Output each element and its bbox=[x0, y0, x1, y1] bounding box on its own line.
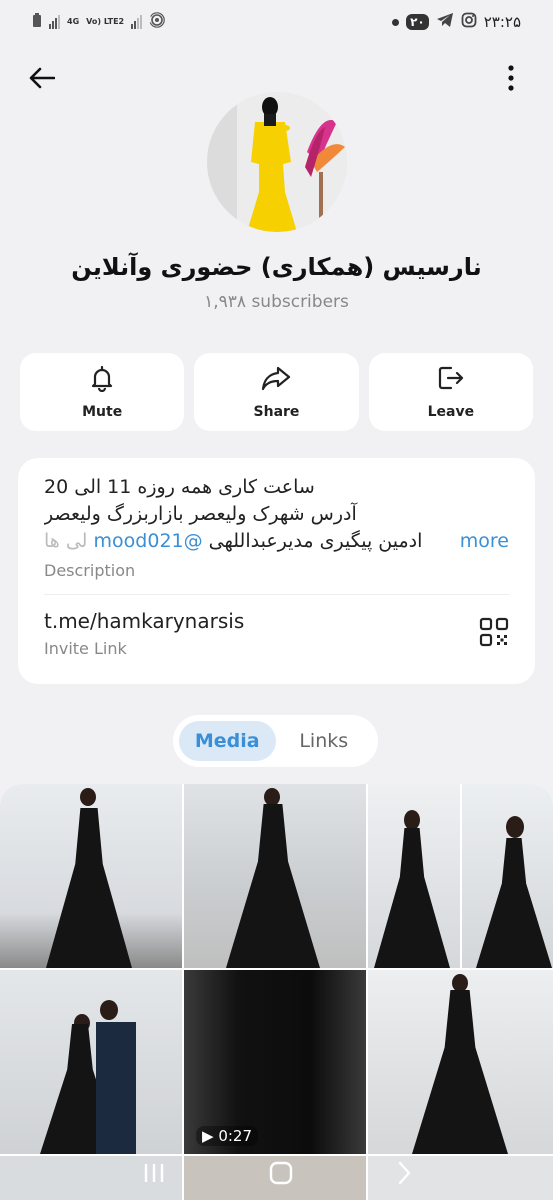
action-buttons: Mute Share Leave bbox=[20, 353, 533, 431]
notification-dot-icon bbox=[392, 18, 400, 26]
signal-icon bbox=[49, 15, 60, 29]
leave-button[interactable]: Leave bbox=[368, 353, 533, 431]
divider bbox=[44, 594, 509, 595]
mention-link[interactable]: @mood021 bbox=[94, 530, 203, 552]
description-line-3-text: ادمین پیگیری مدیرعبداللهی @mood021 لی ها bbox=[44, 528, 422, 555]
description-line-2: آدرس شهرک ولیعصر بازاربزرگ ولیعصر bbox=[44, 503, 357, 525]
instagram-icon bbox=[461, 12, 477, 32]
mute-label: Mute bbox=[82, 404, 123, 420]
home-icon[interactable] bbox=[269, 1161, 293, 1189]
status-bar-right: ۲۰ ۲۳:۲۵ bbox=[392, 12, 521, 32]
status-bar-left: 4G Vo) LTE2 bbox=[32, 12, 165, 32]
media-grid: ▶ 0:27 bbox=[0, 784, 553, 1200]
description-line-1: ساعت کاری همه روزه 11 الی 20 bbox=[44, 476, 315, 498]
tab-links[interactable]: Links bbox=[276, 721, 373, 761]
channel-title: نارسیس (همکاری) حضوری وآنلاین bbox=[71, 253, 482, 281]
share-button[interactable]: Share bbox=[194, 353, 359, 431]
arrow-left-icon bbox=[29, 67, 56, 93]
network-type-label: 4G bbox=[67, 17, 80, 26]
battery-icon bbox=[32, 12, 42, 32]
video-duration: ▶ 0:27 bbox=[196, 1126, 258, 1146]
lte-label: Vo) LTE2 bbox=[86, 17, 125, 26]
signal-2-icon bbox=[131, 15, 143, 29]
tab-media[interactable]: Media bbox=[179, 721, 276, 761]
qr-code-icon[interactable] bbox=[479, 617, 509, 651]
share-icon bbox=[261, 364, 291, 396]
media-tabs: Media Links bbox=[173, 715, 378, 767]
channel-avatar[interactable] bbox=[207, 92, 347, 232]
more-options-button[interactable] bbox=[493, 62, 529, 98]
description-text: ادمین پیگیری مدیرعبداللهی bbox=[208, 530, 423, 552]
leave-label: Leave bbox=[427, 404, 475, 420]
subscriber-count: ۱,۹۳۸ subscribers bbox=[204, 292, 349, 312]
media-item[interactable] bbox=[462, 784, 553, 968]
bell-icon bbox=[88, 364, 116, 396]
description-truncated: لی ها bbox=[44, 530, 88, 552]
hotspot-icon bbox=[149, 12, 165, 32]
media-item[interactable] bbox=[368, 784, 460, 968]
channel-info-card: ساعت کاری همه روزه 11 الی 20 آدرس شهرک و… bbox=[18, 458, 535, 684]
back-button[interactable] bbox=[24, 62, 60, 98]
mute-button[interactable]: Mute bbox=[20, 353, 185, 431]
media-item[interactable] bbox=[368, 970, 553, 1154]
avatar-image bbox=[207, 92, 347, 232]
media-item[interactable] bbox=[0, 970, 182, 1154]
system-nav-bar bbox=[0, 1150, 553, 1200]
clock: ۲۳:۲۵ bbox=[483, 13, 521, 31]
media-item[interactable] bbox=[184, 784, 366, 968]
more-vert-icon bbox=[507, 65, 515, 95]
channel-description[interactable]: ساعت کاری همه روزه 11 الی 20 آدرس شهرک و… bbox=[44, 474, 509, 555]
invite-link-row[interactable]: t.me/hamkarynarsis Invite Link bbox=[44, 609, 509, 658]
more-link[interactable]: more bbox=[460, 528, 509, 555]
media-video[interactable]: ▶ 0:27 bbox=[184, 970, 366, 1154]
share-label: Share bbox=[253, 404, 300, 420]
description-line-3: ادمین پیگیری مدیرعبداللهی @mood021 لی ها… bbox=[44, 528, 509, 555]
notification-badge: ۲۰ bbox=[406, 14, 429, 30]
description-label: Description bbox=[44, 561, 136, 580]
invite-link[interactable]: t.me/hamkarynarsis bbox=[44, 609, 244, 633]
recent-apps-icon[interactable] bbox=[142, 1162, 166, 1188]
leave-icon bbox=[436, 364, 466, 396]
invite-link-label: Invite Link bbox=[44, 639, 127, 658]
media-item[interactable] bbox=[0, 784, 182, 968]
telegram-icon bbox=[436, 12, 454, 32]
status-bar: 4G Vo) LTE2 ۲۰ ۲۳:۲۵ bbox=[0, 0, 553, 44]
back-nav-icon[interactable] bbox=[396, 1161, 412, 1189]
